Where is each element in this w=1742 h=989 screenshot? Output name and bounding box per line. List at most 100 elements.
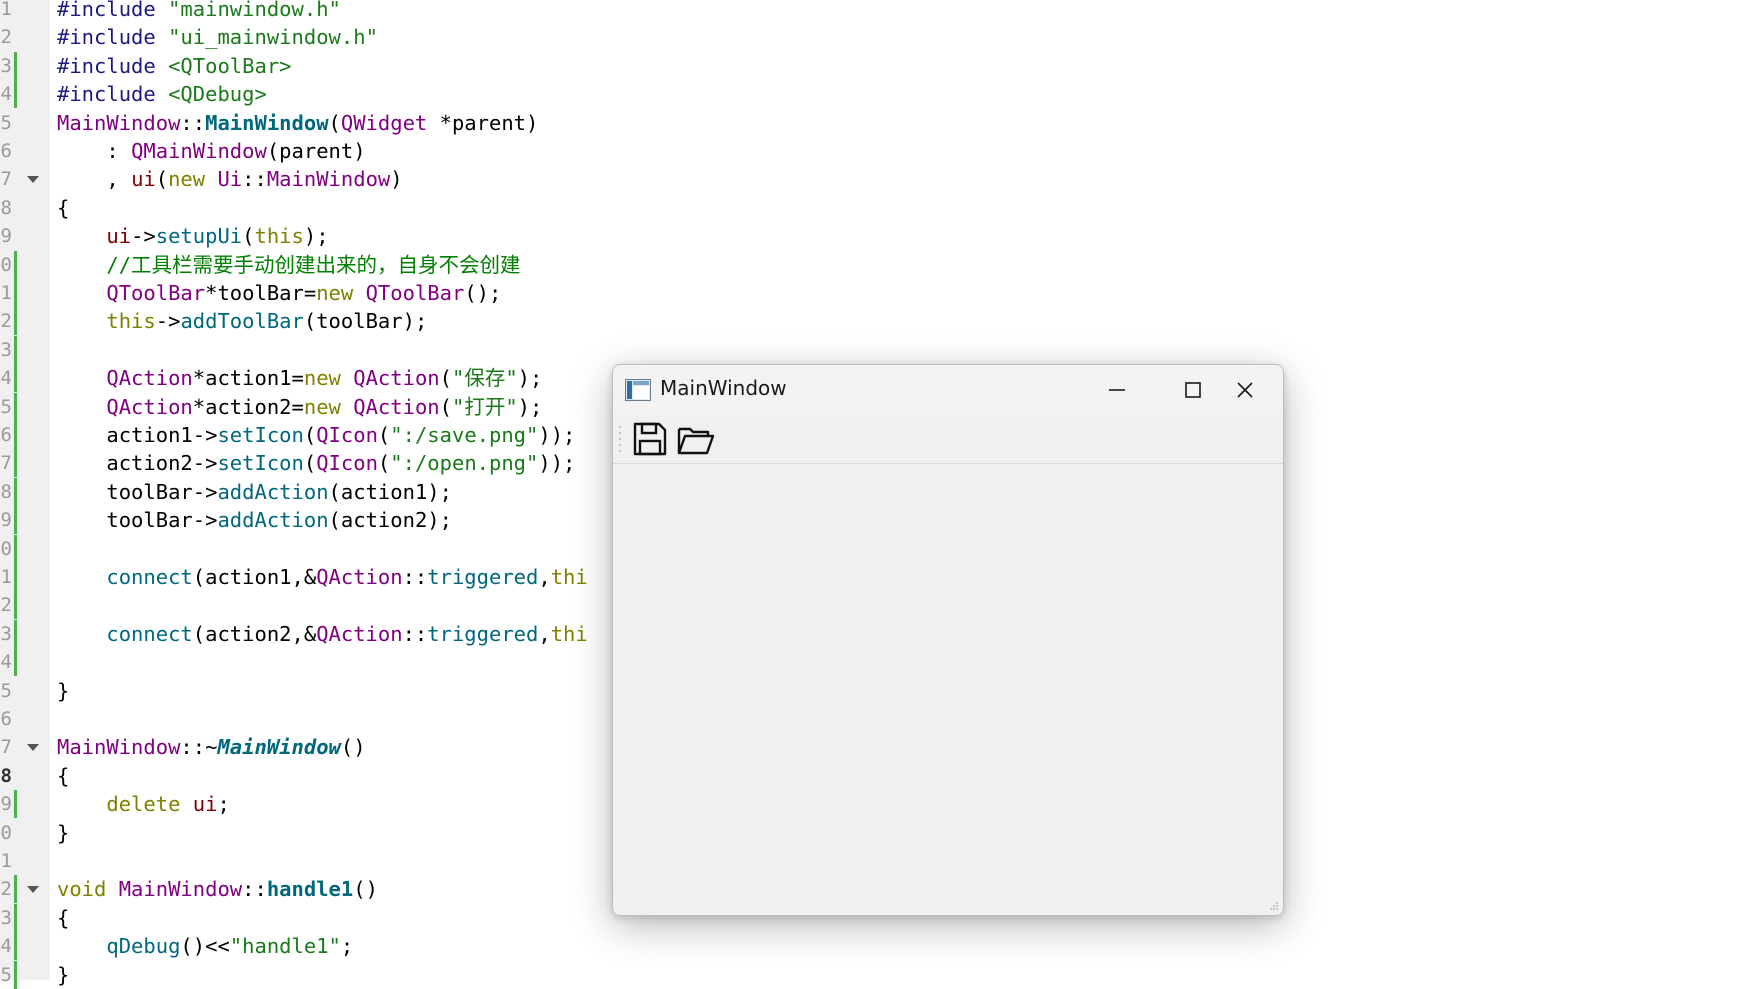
maximize-icon [1185, 382, 1201, 398]
code-token: ( [439, 366, 452, 391]
fold-arrow-icon[interactable] [27, 886, 39, 894]
code-token: this [254, 224, 304, 249]
toolbar[interactable] [613, 415, 1283, 464]
line-number: 11 [0, 282, 12, 304]
code-token: { [57, 763, 70, 788]
code-line[interactable]: 3 #include <QToolBar> [0, 51, 1742, 80]
code-token: } [57, 820, 70, 845]
minimize-button[interactable] [1079, 365, 1155, 415]
code-token: toolBar-> [57, 479, 218, 504]
code-line[interactable]: 6 : QMainWindow(parent) [0, 137, 1742, 165]
code-line[interactable]: 12 this->addToolBar(toolBar); [0, 307, 1742, 336]
open-action-button[interactable] [675, 419, 717, 459]
main-window[interactable]: MainWindow [612, 364, 1284, 916]
code-token: ) [390, 167, 403, 192]
code-token: (action2,& [192, 621, 317, 646]
code-token: () [353, 877, 378, 902]
code-token: , [538, 565, 551, 589]
code-token: //工具栏需要手动创建出来的，自身不会创建 [57, 252, 521, 277]
line-number: 7 [0, 168, 12, 191]
line-number: 30 [0, 821, 12, 844]
central-widget[interactable] [613, 464, 1283, 915]
code-token: } [57, 962, 70, 987]
line-number: 25 [0, 679, 12, 702]
code-token: QAction [316, 565, 403, 589]
code-text: ui->setupUi(this); [57, 222, 328, 250]
toolbar-handle[interactable] [618, 421, 622, 457]
code-text: QAction*action1=new QAction("保存"); [57, 364, 542, 392]
code-line[interactable]: 1 #include "mainwindow.h" [0, 0, 1742, 23]
line-number: 1 [0, 0, 12, 20]
code-line[interactable]: 5 MainWindow::MainWindow(QWidget *parent) [0, 109, 1742, 137]
code-text: toolBar->addAction(action2); [57, 506, 452, 534]
code-token: action1-> [57, 423, 218, 447]
code-line[interactable]: 4 #include <QDebug> [0, 80, 1742, 109]
line-number: 34 [0, 935, 12, 958]
code-token: #include [57, 0, 169, 21]
fold-arrow-icon[interactable] [27, 744, 39, 752]
change-marker [14, 648, 17, 677]
code-token: ( [328, 110, 341, 135]
code-token: MainWindow [205, 110, 329, 135]
change-marker [14, 790, 17, 819]
code-line[interactable]: 13 [0, 335, 1742, 364]
code-line[interactable]: 10 //工具栏需要手动创建出来的，自身不会创建 [0, 250, 1742, 279]
line-number: 28 [0, 764, 12, 787]
code-token: ); [517, 394, 543, 419]
code-token: setIcon [217, 423, 304, 447]
code-token: ; [217, 792, 230, 817]
code-token: QAction [57, 394, 193, 419]
code-token: thi [550, 621, 588, 646]
code-token: ); [517, 366, 543, 391]
code-token: ()<< [180, 934, 230, 959]
code-token: connect [57, 565, 193, 589]
code-token: } [57, 678, 70, 703]
code-token: action2-> [57, 451, 218, 476]
fold-arrow-icon[interactable] [27, 176, 39, 184]
code-line[interactable]: 35} [0, 960, 1742, 989]
code-token: -> [131, 224, 156, 249]
code-token: "保存" [451, 366, 518, 391]
line-number: 27 [0, 736, 12, 759]
line-number: 31 [0, 850, 12, 872]
line-number: 24 [0, 651, 12, 674]
code-text: { [57, 194, 69, 222]
code-text: action2->setIcon(QIcon(":/open.png")); [57, 449, 575, 477]
line-number: 10 [0, 253, 12, 276]
code-token: *parent) [427, 110, 539, 135]
code-token: setupUi [155, 224, 243, 249]
code-token: ( [303, 451, 317, 476]
code-token: , [538, 621, 551, 646]
change-marker [14, 250, 17, 279]
code-line[interactable]: 7 , ui(new Ui::MainWindow) [0, 165, 1742, 193]
code-token: *action2= [192, 394, 304, 419]
code-token: (action2); [328, 508, 452, 533]
code-text: this->addToolBar(toolBar); [57, 307, 427, 335]
code-token: ui [57, 224, 132, 249]
change-marker [14, 619, 17, 648]
line-number: 32 [0, 878, 12, 901]
code-text: //工具栏需要手动创建出来的，自身不会创建 [57, 251, 521, 279]
line-number: 8 [0, 196, 12, 219]
code-line[interactable]: 2 #include "ui_mainwindow.h" [0, 23, 1742, 51]
code-token: QIcon [316, 423, 378, 447]
code-line[interactable]: 11 QToolBar*toolBar=new QToolBar(); [0, 279, 1742, 307]
code-line[interactable]: 9 ui->setupUi(this); [0, 222, 1742, 250]
line-number: 9 [0, 225, 12, 248]
code-token: (action1,& [192, 565, 317, 589]
code-token: addToolBar [180, 309, 304, 334]
change-marker [14, 563, 17, 591]
window-titlebar[interactable]: MainWindow [613, 365, 1283, 415]
line-number: 33 [0, 906, 12, 929]
code-token: void [57, 877, 119, 902]
code-token: setIcon [217, 451, 304, 476]
code-line[interactable]: 8{ [0, 194, 1742, 222]
save-action-button[interactable] [629, 419, 671, 459]
close-button[interactable] [1207, 365, 1283, 415]
resize-grip-icon[interactable] [1269, 901, 1279, 911]
line-number: 21 [0, 566, 12, 588]
code-token: ":/save.png" [390, 423, 539, 447]
code-text: MainWindow::MainWindow(QWidget *parent) [57, 109, 538, 137]
code-token: ui [192, 792, 218, 817]
code-line[interactable]: 34 qDebug()<<"handle1"; [0, 932, 1742, 961]
